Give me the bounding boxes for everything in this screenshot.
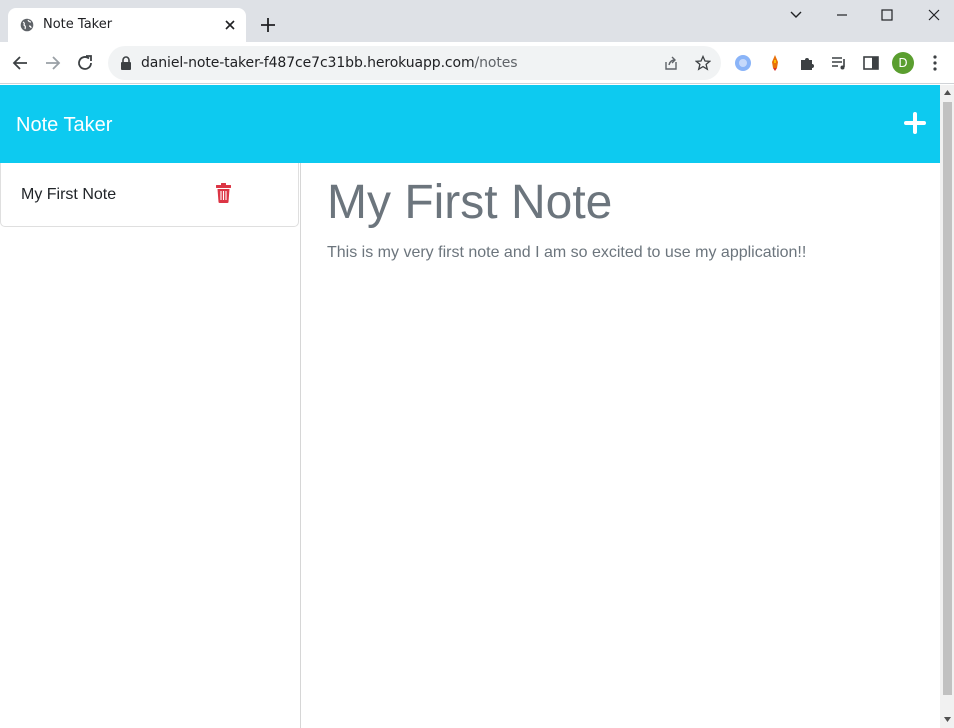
close-tab-icon[interactable] [222,17,238,33]
note-title[interactable]: My First Note [327,175,612,230]
scrollbar[interactable] [940,85,954,728]
tab-search-chevron-icon[interactable] [786,6,806,24]
address-bar[interactable]: daniel-note-taker-f487ce7c31bb.herokuapp… [108,46,721,80]
globe-icon [20,18,34,32]
url-host: daniel-note-taker-f487ce7c31bb.herokuapp… [141,55,475,71]
plus-icon[interactable] [904,112,926,134]
extensions-puzzle-icon[interactable] [798,54,816,72]
browser-tab[interactable]: Note Taker [8,8,246,42]
tab-strip: Note Taker [0,0,954,42]
reload-icon[interactable] [74,52,96,74]
browser-toolbar: daniel-note-taker-f487ce7c31bb.herokuapp… [0,42,954,84]
note-list-title[interactable]: My First Note [21,186,116,204]
lock-icon[interactable] [120,56,132,70]
bookmark-star-icon[interactable] [695,55,711,71]
url-path: /notes [474,55,518,71]
extension-rocket-icon[interactable] [766,54,784,72]
trash-icon[interactable] [215,183,232,203]
scroll-up-arrow-icon[interactable] [943,88,952,97]
scrollbar-thumb[interactable] [943,102,952,695]
note-editor: My First Note This is my very first note… [301,163,940,728]
note-text[interactable]: This is my very first note and I am so e… [327,244,806,262]
minimize-icon[interactable] [832,6,852,24]
url-text[interactable]: daniel-note-taker-f487ce7c31bb.herokuapp… [141,55,518,71]
extension-globe-icon[interactable] [734,54,752,72]
side-panel-icon[interactable] [862,54,880,72]
scroll-down-arrow-icon[interactable] [943,715,952,724]
page: Note Taker My First Note My First Note T… [0,85,940,728]
more-menu-icon[interactable] [930,54,940,72]
notes-list: My First Note [0,163,301,728]
back-arrow-icon[interactable] [9,52,31,74]
new-tab-icon[interactable] [259,16,277,34]
maximize-icon[interactable] [877,6,897,24]
navbar-brand[interactable]: Note Taker [16,114,112,137]
close-window-icon[interactable] [924,6,944,24]
list-item[interactable]: My First Note [0,163,299,227]
media-controls-icon[interactable] [830,54,848,72]
share-icon[interactable] [663,55,679,71]
forward-arrow-icon[interactable] [42,52,64,74]
tab-title: Note Taker [43,17,113,32]
navbar: Note Taker [0,85,940,163]
profile-avatar[interactable]: D [892,52,914,74]
